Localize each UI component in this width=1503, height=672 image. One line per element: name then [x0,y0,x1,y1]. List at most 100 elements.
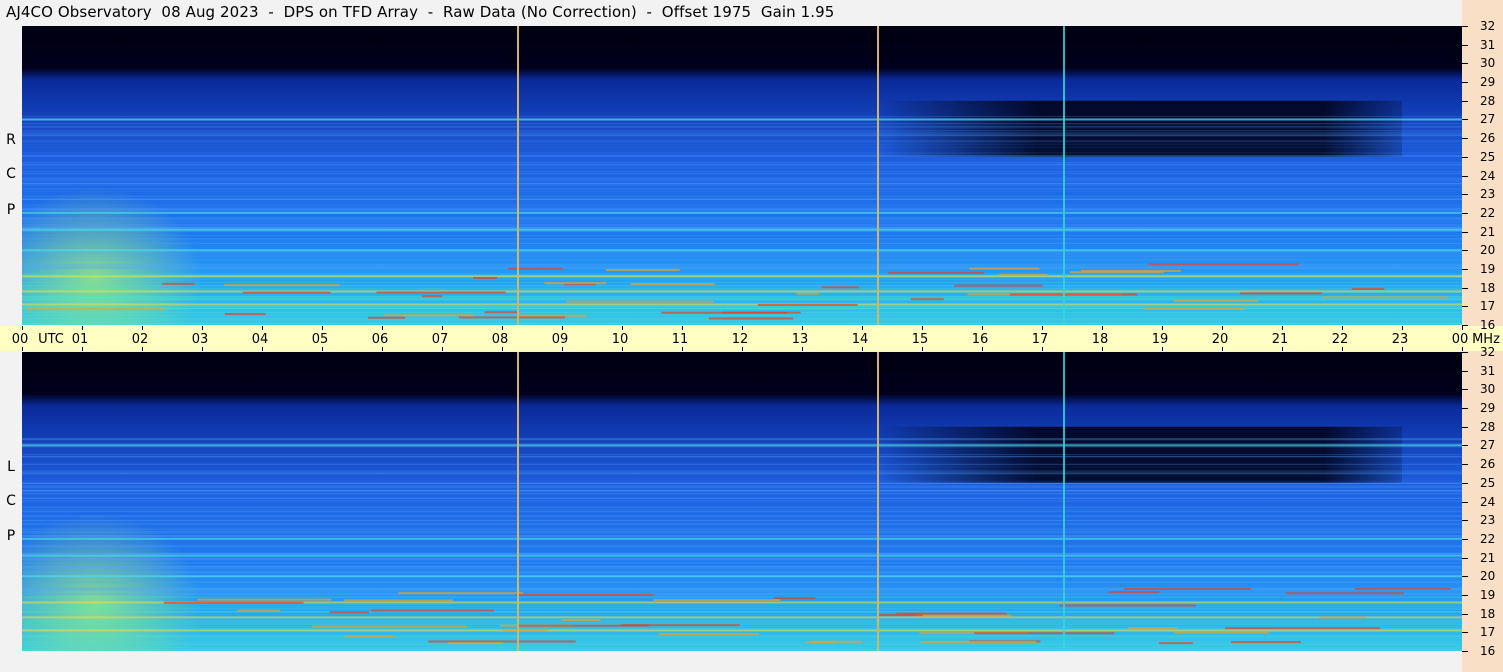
lcp-freq-tick [1462,632,1468,634]
signal-dash [1173,300,1259,303]
rcp-freq-tick-label: 17 [1480,299,1496,314]
lcp-freq-tick-label: 30 [1480,382,1496,397]
rcp-freq-tick-label: 30 [1480,56,1496,71]
texture-line [22,165,1462,167]
signal-dash [773,597,816,600]
texture-line [22,234,1462,236]
texture-line [22,581,1462,583]
time-tick [142,326,143,330]
lcp-freq-tick [1462,445,1468,447]
rcp-freq-tick-label: 20 [1480,243,1496,258]
rcp-freq-tick [1462,325,1468,326]
texture-line [22,506,1462,508]
rcp-freq-tick [1462,194,1468,196]
signal-dash [888,271,984,274]
rcp-freq-tick-label: 31 [1480,37,1496,52]
interference-band [22,290,1462,293]
lcp-freq-tick [1462,501,1468,503]
texture-line [22,131,1462,133]
time-tick-label: 14 [851,332,869,347]
time-tick [262,347,263,351]
rcp-freq-tick [1462,63,1468,65]
lcp-freq-tick [1462,408,1468,410]
time-tick-label: 22 [1331,332,1349,347]
texture-line [22,173,1462,175]
time-tick-label: 18 [1091,332,1109,347]
texture-line [22,443,1462,445]
texture-line [22,592,1462,594]
signal-dash [969,267,1040,270]
texture-line [22,146,1462,148]
time-tick [562,347,563,351]
time-tick [382,347,383,351]
texture-line [22,635,1462,637]
time-tick [742,347,743,351]
texture-line [22,209,1462,211]
texture-line [22,649,1462,651]
signal-dash [1108,591,1160,594]
signal-dash [26,308,165,311]
texture-line [22,281,1462,283]
rcp-freq-tick-label: 28 [1480,93,1496,108]
signal-dash [237,609,280,612]
texture-line [22,646,1462,648]
spectrogram-background [22,26,1462,325]
signal-dash [658,632,759,635]
texture-line [22,218,1462,220]
texture-line [22,204,1462,206]
rcp-freq-tick [1462,306,1468,308]
rcp-label-c: C [6,166,16,182]
rcp-label-p: P [6,202,16,218]
signal-dash [343,599,454,602]
texture-line [22,515,1462,517]
interference-band [22,444,1462,447]
signal-dash [630,283,715,286]
texture-line [22,587,1462,589]
signal-dash [544,282,607,285]
lcp-freq-tick-label: 23 [1480,513,1496,528]
texture-line [22,134,1462,136]
time-tick [1042,326,1043,330]
lcp-label-p: P [6,528,16,544]
rcp-freq-tick [1462,268,1468,270]
texture-line [22,438,1462,440]
signal-dash [503,629,549,632]
signal-dash [796,292,820,295]
texture-line [22,115,1462,117]
texture-line [22,132,1462,134]
interference-band [22,629,1462,632]
texture-line [22,217,1462,219]
texture-line [22,568,1462,570]
time-tick [862,347,863,351]
texture-line [22,273,1462,275]
lcp-freq-tick-label: 28 [1480,419,1496,434]
texture-line [22,486,1462,488]
time-tick-label: 10 [611,332,629,347]
signal-dash [708,317,794,320]
texture-line [22,523,1462,525]
texture-line [22,220,1462,222]
time-tick [982,326,983,330]
texture-line [22,605,1462,607]
time-tick [922,347,923,351]
texture-line [22,130,1462,132]
texture-line [22,222,1462,224]
time-tick [862,326,863,330]
signal-dash [1285,592,1404,595]
signal-dash [916,614,1012,617]
time-tick-label: 07 [431,332,449,347]
interference-band [22,228,1462,231]
lcp-freq-tick-label: 24 [1480,494,1496,509]
lcp-freq-tick-label: 29 [1480,401,1496,416]
time-tick [562,326,563,330]
time-tick [1462,347,1463,351]
lcp-freq-tick [1462,389,1468,391]
texture-line [22,143,1462,145]
texture-line [22,558,1462,560]
texture-line [22,619,1462,621]
time-tick-label: 11 [671,332,689,347]
lcp-freq-tick-label: 22 [1480,531,1496,546]
rcp-freq-tick-label: 19 [1480,261,1496,276]
time-tick [1162,347,1163,351]
interference-band [22,554,1462,557]
